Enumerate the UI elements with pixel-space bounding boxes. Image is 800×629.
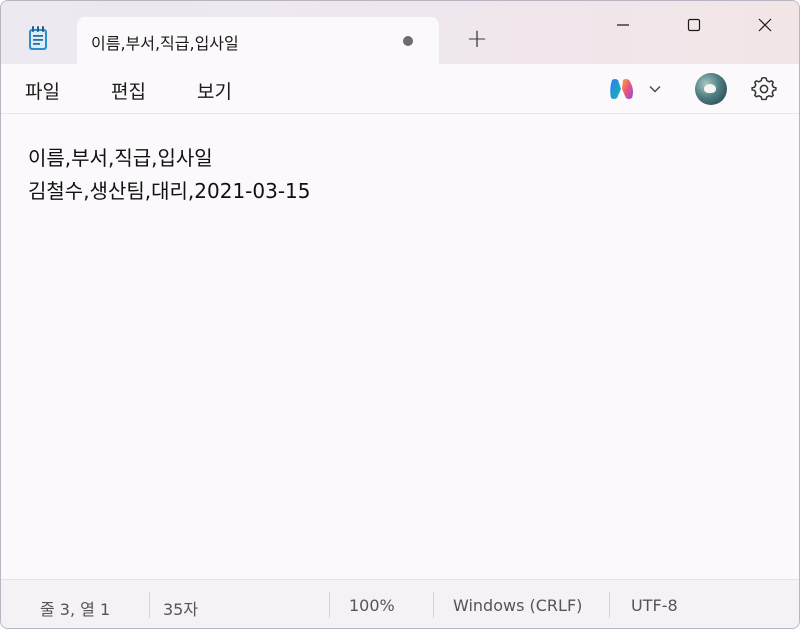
- unsaved-indicator-icon[interactable]: [403, 36, 413, 46]
- divider: [149, 592, 150, 618]
- avatar[interactable]: [695, 73, 727, 105]
- document-tab[interactable]: 이름,부서,직급,입사일: [77, 17, 439, 64]
- encoding[interactable]: UTF-8: [631, 596, 678, 615]
- menu-bar: 파일 편집 보기: [1, 64, 799, 114]
- minimize-button[interactable]: [587, 1, 659, 49]
- character-count: 35자: [163, 600, 199, 619]
- gear-icon[interactable]: [751, 76, 777, 102]
- status-bar: 줄 3, 열 1 35자 100% Windows (CRLF) UTF-8: [1, 579, 799, 628]
- close-button[interactable]: [729, 1, 799, 49]
- editor-line: 김철수,생산팀,대리,2021-03-15: [28, 179, 311, 203]
- menu-file[interactable]: 파일: [25, 77, 60, 104]
- menu-edit[interactable]: 편집: [111, 77, 146, 104]
- maximize-button[interactable]: [658, 1, 730, 49]
- editor-line: 이름,부서,직급,입사일: [28, 146, 213, 170]
- close-icon: [758, 18, 772, 32]
- divider: [609, 592, 610, 618]
- title-bar: 이름,부서,직급,입사일 +: [1, 1, 799, 64]
- chevron-down-icon[interactable]: [647, 81, 663, 97]
- text-editor[interactable]: 이름,부서,직급,입사일 김철수,생산팀,대리,2021-03-15: [1, 115, 799, 579]
- notepad-icon: [29, 26, 47, 50]
- zoom-level[interactable]: 100%: [349, 596, 395, 615]
- menu-view[interactable]: 보기: [197, 77, 232, 104]
- copilot-icon[interactable]: [607, 76, 637, 102]
- line-ending[interactable]: Windows (CRLF): [453, 596, 582, 615]
- new-tab-button[interactable]: +: [457, 23, 497, 55]
- notepad-window: 이름,부서,직급,입사일 + 파일 편집 보기 이름,부서,직급,입사일 김철수…: [0, 0, 800, 629]
- divider: [329, 592, 330, 618]
- divider: [433, 592, 434, 618]
- cursor-position: 줄 3, 열 1: [40, 600, 111, 619]
- tab-title: 이름,부서,직급,입사일: [91, 34, 239, 53]
- maximize-icon: [687, 18, 701, 32]
- minimize-icon: [617, 24, 629, 26]
